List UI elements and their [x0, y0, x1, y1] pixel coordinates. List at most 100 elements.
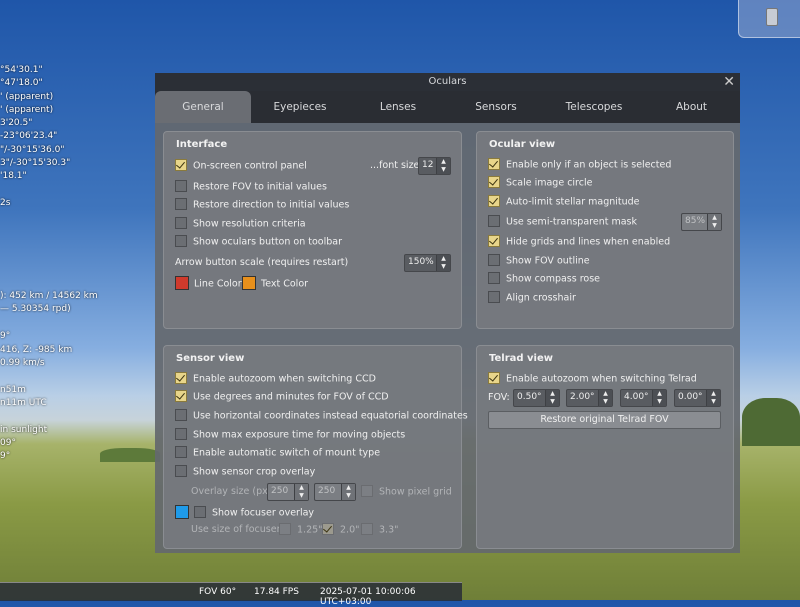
checkbox-restore-direction[interactable]: Restore direction to initial values	[175, 198, 349, 213]
telrad-fov-circle-3[interactable]: 4.00° ▲ ▼	[620, 389, 667, 407]
info-line: -23°06'23.4"	[0, 131, 58, 141]
ocular-view-title: Ocular view	[489, 139, 556, 150]
telrad-fov-circle-2[interactable]: 2.00° ▲ ▼	[566, 389, 613, 407]
spinbox-arrows[interactable]: ▲ ▼	[294, 484, 308, 500]
info-line: ' (apparent)	[0, 92, 54, 102]
checkbox-auto-limit-magnitude[interactable]: Auto-limit stellar magnitude	[488, 195, 640, 210]
checkbox-align-crosshair[interactable]: Align crosshair	[488, 291, 576, 306]
status-fov: FOV 60°	[199, 587, 237, 597]
telrad-fov-circle-1[interactable]: 0.50° ▲ ▼	[513, 389, 560, 407]
spinbox-arrows[interactable]: ▲ ▼	[341, 484, 355, 500]
checkbox-hide-grids[interactable]: Hide grids and lines when enabled	[488, 235, 670, 250]
checkbox-sensor-crop-overlay[interactable]: Show sensor crop overlay	[175, 465, 315, 480]
overlay-width-spinbox[interactable]: 250 ▲ ▼	[267, 483, 309, 501]
spinbox-arrows[interactable]: ▲ ▼	[707, 214, 721, 230]
checkbox-icon[interactable]	[175, 217, 187, 229]
checkbox-icon[interactable]	[175, 235, 187, 247]
checkbox-icon[interactable]	[175, 409, 187, 421]
info-line: — 5.30354 rpd)	[0, 304, 71, 314]
checkbox-icon[interactable]	[488, 254, 500, 266]
telrad-fov-label: FOV:	[488, 392, 510, 403]
spinbox-arrows[interactable]: ▲ ▼	[436, 255, 450, 271]
sensor-view-panel: Sensor view Enable autozoom when switchi…	[163, 345, 468, 549]
checkbox-icon[interactable]	[488, 195, 500, 207]
checkbox-icon[interactable]	[361, 523, 373, 535]
telrad-fov-circle-4[interactable]: 0.00° ▲ ▼	[674, 389, 721, 407]
tab-bar: General Eyepieces Lenses Sensors Telesco…	[155, 91, 740, 123]
text-color-swatch[interactable]	[242, 276, 256, 290]
tab-eyepieces[interactable]: Eyepieces	[251, 91, 349, 123]
checkbox-icon[interactable]	[175, 390, 187, 402]
checkbox-oculars-button[interactable]: Show oculars button on toolbar	[175, 235, 342, 250]
checkbox-mount-switch[interactable]: Enable automatic switch of mount type	[175, 446, 380, 461]
checkbox-autozoom-ccd[interactable]: Enable autozoom when switching CCD	[175, 372, 376, 387]
tab-lenses[interactable]: Lenses	[349, 91, 447, 123]
checkbox-icon[interactable]	[488, 158, 500, 170]
checkbox-icon[interactable]	[488, 235, 500, 247]
spinbox-arrows[interactable]: ▲ ▼	[545, 390, 559, 406]
sensor-view-title: Sensor view	[176, 353, 245, 364]
telrad-view-title: Telrad view	[489, 353, 553, 364]
tab-sensors[interactable]: Sensors	[447, 91, 545, 123]
checkbox-focuser-3-3[interactable]: 3.3"	[361, 523, 398, 538]
dialog-titlebar[interactable]: Oculars ✕	[155, 73, 740, 91]
checkbox-autozoom-telrad[interactable]: Enable autozoom when switching Telrad	[488, 372, 697, 387]
info-line: ' (apparent)	[0, 105, 54, 115]
checkbox-icon[interactable]	[488, 272, 500, 284]
overlay-height-spinbox[interactable]: 250 ▲ ▼	[314, 483, 356, 501]
checkbox-semi-transparent-mask[interactable]: Use semi-transparent mask	[488, 215, 637, 230]
checkbox-resolution-criteria[interactable]: Show resolution criteria	[175, 217, 306, 232]
checkbox-icon[interactable]	[361, 485, 373, 497]
restore-telrad-fov-button[interactable]: Restore original Telrad FOV	[488, 411, 721, 429]
checkbox-icon[interactable]	[488, 176, 500, 188]
tab-telescopes[interactable]: Telescopes	[545, 91, 643, 123]
checkbox-icon[interactable]	[175, 180, 187, 192]
checkbox-fov-outline[interactable]: Show FOV outline	[488, 254, 590, 269]
focuser-overlay-control[interactable]: Show focuser overlay	[175, 505, 314, 520]
checkbox-icon[interactable]	[175, 372, 187, 384]
checkbox-compass-rose[interactable]: Show compass rose	[488, 272, 600, 287]
checkbox-focuser-1-25[interactable]: 1.25"	[279, 523, 323, 538]
close-icon[interactable]: ✕	[723, 73, 735, 91]
checkbox-icon[interactable]	[279, 523, 291, 535]
checkbox-icon[interactable]	[175, 159, 187, 171]
font-size-spinbox[interactable]: 12 ▲ ▼	[418, 157, 451, 175]
checkbox-horizontal-coordinates[interactable]: Use horizontal coordinates instead equat…	[175, 409, 468, 424]
line-color-swatch[interactable]	[175, 276, 189, 290]
font-size-label: ...font size	[370, 160, 420, 171]
spinbox-arrows[interactable]: ▲ ▼	[652, 390, 666, 406]
dialog-title: Oculars	[428, 76, 467, 87]
spinbox-arrows[interactable]: ▲ ▼	[598, 390, 612, 406]
arrow-scale-spinbox[interactable]: 150% ▲ ▼	[404, 254, 451, 272]
checkbox-only-if-selected[interactable]: Enable only if an object is selected	[488, 158, 671, 173]
checkbox-icon[interactable]	[175, 428, 187, 440]
checkbox-icon[interactable]	[488, 291, 500, 303]
checkbox-icon[interactable]	[175, 198, 187, 210]
checkbox-icon[interactable]	[194, 506, 206, 518]
checkbox-max-exposure[interactable]: Show max exposure time for moving object…	[175, 428, 405, 443]
text-color-control[interactable]: Text Color	[242, 276, 308, 291]
mask-opacity-spinbox[interactable]: 85% ▲ ▼	[681, 213, 722, 231]
info-line: 3'20.5"	[0, 118, 33, 128]
checkbox-scale-image-circle[interactable]: Scale image circle	[488, 176, 592, 191]
checkbox-icon[interactable]	[488, 215, 500, 227]
checkbox-icon[interactable]	[175, 446, 187, 458]
tab-about[interactable]: About	[643, 91, 740, 123]
spinbox-arrows[interactable]: ▲ ▼	[706, 390, 720, 406]
checkbox-icon[interactable]	[322, 523, 334, 535]
checkbox-focuser-2-0[interactable]: 2.0"	[322, 523, 359, 538]
toolbar-toggle-button[interactable]	[738, 0, 800, 38]
checkbox-icon[interactable]	[488, 372, 500, 384]
info-line: 9°	[0, 451, 11, 461]
focuser-color-swatch[interactable]	[175, 505, 189, 519]
line-color-control[interactable]: Line Color	[175, 276, 242, 291]
checkbox-on-screen-control-panel[interactable]: On-screen control panel	[175, 159, 307, 174]
tab-general[interactable]: General	[155, 91, 251, 123]
checkbox-degrees-minutes[interactable]: Use degrees and minutes for FOV of CCD	[175, 390, 389, 405]
info-line: n51m	[0, 385, 26, 395]
checkbox-icon[interactable]	[175, 465, 187, 477]
spinbox-arrows[interactable]: ▲ ▼	[436, 158, 450, 174]
info-line: in sunlight	[0, 425, 48, 435]
checkbox-pixel-grid[interactable]: Show pixel grid	[361, 485, 452, 500]
checkbox-restore-fov[interactable]: Restore FOV to initial values	[175, 180, 327, 195]
